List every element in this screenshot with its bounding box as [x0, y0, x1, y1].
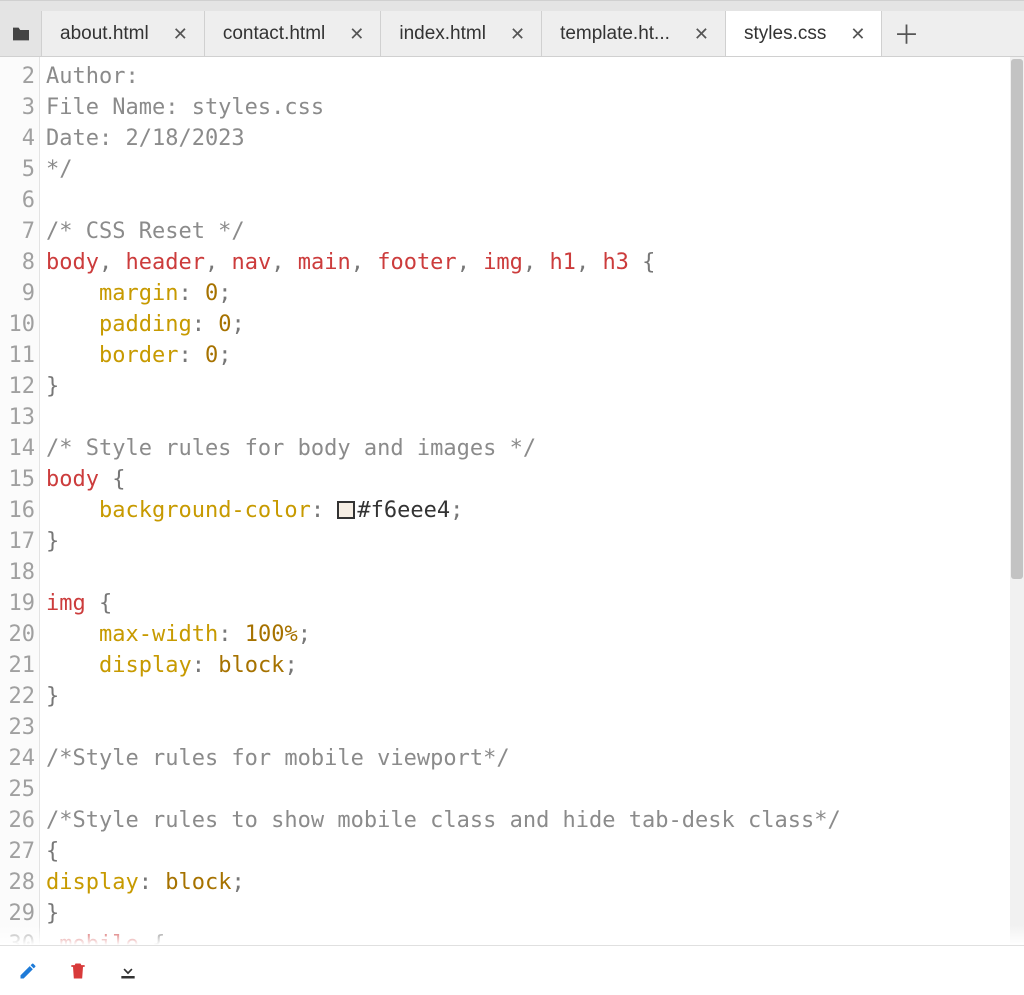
line-number: 7 [0, 216, 39, 247]
line-number: 14 [0, 433, 39, 464]
code-line: padding: 0; [46, 309, 1024, 340]
tab-label: template.ht... [560, 23, 670, 45]
line-number: 23 [0, 712, 39, 743]
code-line [46, 712, 1024, 743]
line-number: 18 [0, 557, 39, 588]
editor-window: about.html✕contact.html✕index.html✕templ… [0, 0, 1024, 995]
line-number: 12 [0, 371, 39, 402]
tab-contact-html[interactable]: contact.html ✕ [205, 11, 382, 56]
line-number: 4 [0, 123, 39, 154]
code-line: display: block; [46, 650, 1024, 681]
close-icon[interactable]: ✕ [169, 23, 192, 45]
code-line: /* Style rules for body and images */ [46, 433, 1024, 464]
window-chrome [0, 1, 1024, 11]
line-number-gutter: 2345678910111213141516171819202122232425… [0, 57, 40, 945]
close-icon[interactable]: ✕ [690, 23, 713, 45]
code-content[interactable]: Author:File Name: styles.cssDate: 2/18/2… [40, 57, 1024, 945]
code-line: /*Style rules for mobile viewport*/ [46, 743, 1024, 774]
code-line: File Name: styles.css [46, 92, 1024, 123]
code-line [46, 774, 1024, 805]
code-line: /* CSS Reset */ [46, 216, 1024, 247]
file-browser-button[interactable] [0, 11, 42, 56]
line-number: 30 [0, 929, 39, 945]
line-number: 29 [0, 898, 39, 929]
tab-index-html[interactable]: index.html ✕ [381, 11, 542, 56]
code-line: img { [46, 588, 1024, 619]
code-line: body { [46, 464, 1024, 495]
code-line: } [46, 898, 1024, 929]
tab-bar: about.html✕contact.html✕index.html✕templ… [0, 11, 1024, 57]
code-line: background-color: #f6eee4; [46, 495, 1024, 526]
code-line: */ [46, 154, 1024, 185]
tab-label: index.html [399, 23, 486, 45]
close-icon[interactable]: ✕ [345, 23, 368, 45]
line-number: 20 [0, 619, 39, 650]
color-swatch [337, 501, 355, 519]
tab-about-html[interactable]: about.html ✕ [42, 11, 205, 56]
code-line: margin: 0; [46, 278, 1024, 309]
close-icon[interactable]: ✕ [506, 23, 529, 45]
tab-label: styles.css [744, 23, 826, 45]
code-line [46, 402, 1024, 433]
line-number: 15 [0, 464, 39, 495]
code-line: { [46, 836, 1024, 867]
trash-icon[interactable] [68, 961, 88, 981]
line-number: 27 [0, 836, 39, 867]
line-number: 13 [0, 402, 39, 433]
folder-icon [11, 26, 31, 42]
code-line: Author: [46, 61, 1024, 92]
code-line [46, 557, 1024, 588]
line-number: 16 [0, 495, 39, 526]
line-number: 17 [0, 526, 39, 557]
code-line: body, header, nav, main, footer, img, h1… [46, 247, 1024, 278]
code-line [46, 185, 1024, 216]
line-number: 9 [0, 278, 39, 309]
new-tab-button[interactable]: ＋ [882, 11, 930, 56]
code-line: } [46, 526, 1024, 557]
line-number: 6 [0, 185, 39, 216]
line-number: 22 [0, 681, 39, 712]
code-line: Date: 2/18/2023 [46, 123, 1024, 154]
line-number: 11 [0, 340, 39, 371]
code-line: .mobile { [46, 929, 1024, 945]
code-line: } [46, 371, 1024, 402]
line-number: 28 [0, 867, 39, 898]
line-number: 24 [0, 743, 39, 774]
line-number: 19 [0, 588, 39, 619]
scrollbar-thumb[interactable] [1011, 59, 1023, 579]
close-icon[interactable]: ✕ [846, 23, 869, 45]
tab-styles-css[interactable]: styles.css ✕ [726, 11, 882, 56]
vertical-scrollbar[interactable] [1010, 57, 1024, 945]
line-number: 21 [0, 650, 39, 681]
code-line: max-width: 100%; [46, 619, 1024, 650]
code-line: /*Style rules to show mobile class and h… [46, 805, 1024, 836]
line-number: 2 [0, 61, 39, 92]
tab-label: contact.html [223, 23, 325, 45]
tab-template-ht-[interactable]: template.ht... ✕ [542, 11, 726, 56]
code-line: border: 0; [46, 340, 1024, 371]
line-number: 10 [0, 309, 39, 340]
status-bar [0, 945, 1024, 995]
edit-icon[interactable] [18, 961, 38, 981]
download-icon[interactable] [118, 961, 138, 981]
tab-label: about.html [60, 23, 149, 45]
line-number: 3 [0, 92, 39, 123]
line-number: 5 [0, 154, 39, 185]
code-line: } [46, 681, 1024, 712]
line-number: 25 [0, 774, 39, 805]
editor-area: 2345678910111213141516171819202122232425… [0, 57, 1024, 945]
line-number: 8 [0, 247, 39, 278]
code-line: display: block; [46, 867, 1024, 898]
line-number: 26 [0, 805, 39, 836]
